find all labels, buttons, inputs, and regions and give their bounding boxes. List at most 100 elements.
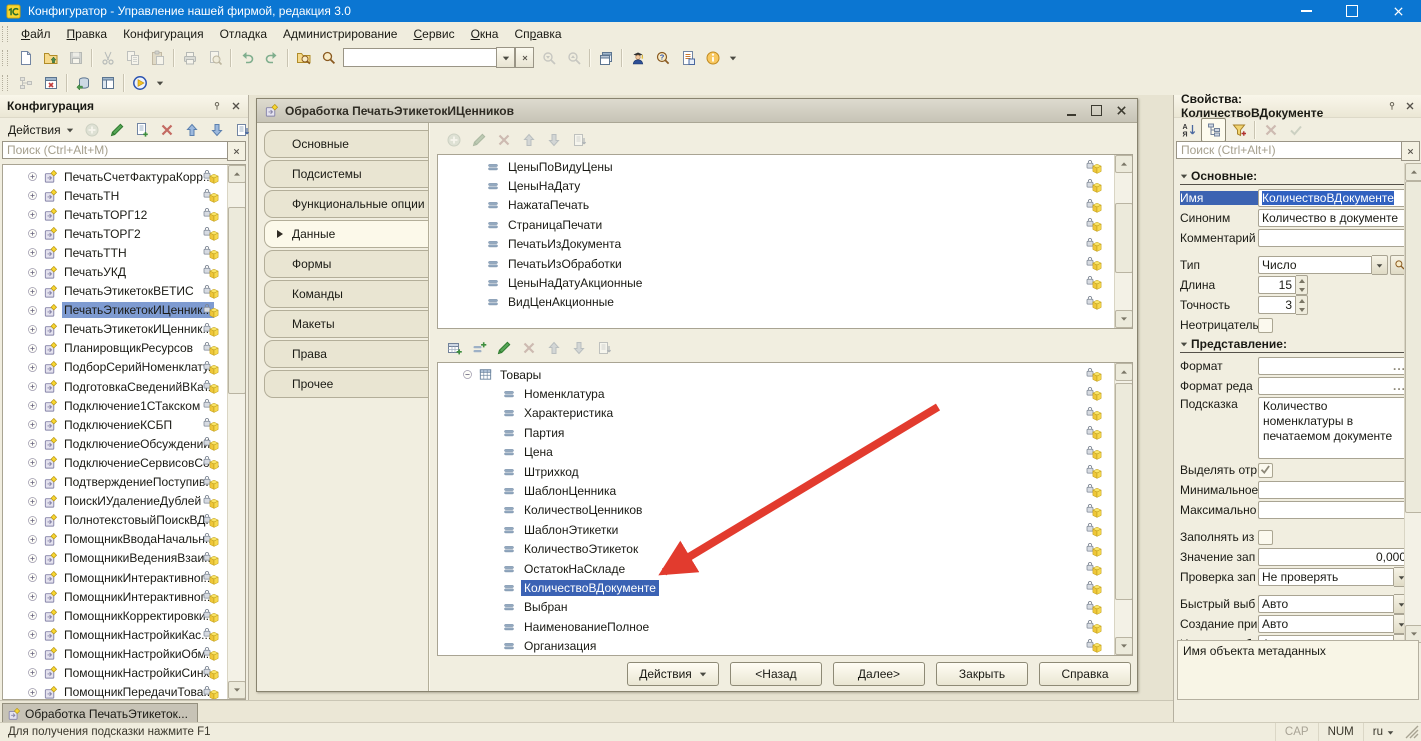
tree-item[interactable]: ПомощникПередачиТова... bbox=[3, 683, 227, 700]
tree-item[interactable]: ПодготовкаСведенийВКат... bbox=[3, 377, 227, 396]
debug-options-button[interactable] bbox=[152, 71, 167, 95]
maximize-button[interactable] bbox=[1329, 0, 1375, 22]
prop-precision-input[interactable]: 3 bbox=[1258, 296, 1296, 314]
toolbar-search-input[interactable] bbox=[343, 48, 496, 67]
pin-button[interactable] bbox=[1384, 98, 1399, 114]
column-row[interactable]: Организация bbox=[438, 636, 1114, 655]
expand-icon[interactable] bbox=[27, 190, 38, 201]
column-row[interactable]: Номенклатура bbox=[438, 384, 1114, 403]
tree-item[interactable]: ПомощникиВеденияВзаи... bbox=[3, 549, 227, 568]
column-row[interactable]: Выбран bbox=[438, 598, 1114, 617]
search-next-button[interactable] bbox=[561, 46, 586, 70]
expand-icon[interactable] bbox=[27, 228, 38, 239]
toolbar-options-button[interactable] bbox=[725, 46, 740, 70]
save-button[interactable] bbox=[63, 46, 88, 70]
column-row[interactable]: КоличествоЭтикеток bbox=[438, 540, 1114, 559]
properties-search-input[interactable] bbox=[1176, 141, 1401, 159]
expand-icon[interactable] bbox=[27, 515, 38, 526]
search-button[interactable] bbox=[316, 46, 341, 70]
expand-icon[interactable] bbox=[27, 305, 38, 316]
tabular-section-row[interactable]: Товары bbox=[438, 365, 1114, 384]
dropdown-button[interactable] bbox=[1372, 255, 1388, 275]
configuration-tree-scrollbar[interactable] bbox=[227, 165, 245, 699]
menu-item-сервис[interactable]: Сервис bbox=[405, 25, 462, 43]
attributes-scrollbar[interactable] bbox=[1114, 155, 1132, 328]
syntax-check-button[interactable] bbox=[625, 46, 650, 70]
expand-icon[interactable] bbox=[27, 171, 38, 182]
sort-attributes-button[interactable] bbox=[566, 128, 591, 152]
menu-item-администрирование[interactable]: Администрирование bbox=[275, 25, 405, 43]
property-section-header[interactable]: Представление: bbox=[1180, 336, 1404, 353]
global-search-button[interactable] bbox=[291, 46, 316, 70]
expand-icon[interactable] bbox=[27, 267, 38, 278]
help-button[interactable]: Справка bbox=[1039, 662, 1131, 686]
attribute-row[interactable]: ПечатьИзДокумента bbox=[438, 235, 1114, 254]
search-dropdown-button[interactable] bbox=[496, 47, 515, 68]
menu-item-правка[interactable]: Правка bbox=[59, 25, 116, 43]
print-preview-button[interactable] bbox=[202, 46, 227, 70]
expand-icon[interactable] bbox=[27, 209, 38, 220]
close-configuration-button[interactable] bbox=[38, 71, 63, 95]
minimize-button[interactable] bbox=[1283, 0, 1329, 22]
scrollbar-thumb[interactable] bbox=[228, 207, 246, 394]
open-form-button[interactable] bbox=[95, 71, 120, 95]
close-panel-button[interactable] bbox=[228, 98, 244, 114]
menu-item-справка[interactable]: Справка bbox=[506, 25, 569, 43]
tree-item[interactable]: ПодборСерийНоменклату... bbox=[3, 358, 227, 377]
editor-titlebar[interactable]: Обработка ПечатьЭтикетокИЦенников bbox=[257, 99, 1137, 123]
tab-права[interactable]: Права bbox=[264, 340, 428, 368]
prop-fill-from-checkbox[interactable] bbox=[1258, 530, 1273, 545]
expand-icon[interactable] bbox=[27, 534, 38, 545]
show-important-only-button[interactable] bbox=[1226, 118, 1251, 142]
expand-icon[interactable] bbox=[27, 286, 38, 297]
tree-item[interactable]: ПечатьЭтикетокИЦенник... bbox=[3, 301, 227, 320]
expand-icon[interactable] bbox=[27, 419, 38, 430]
help-index-button[interactable]: ? bbox=[650, 46, 675, 70]
tree-item[interactable]: ПомощникКорректировки... bbox=[3, 606, 227, 625]
collapse-icon[interactable] bbox=[462, 369, 473, 380]
close-panel-button[interactable] bbox=[1403, 98, 1418, 114]
expand-icon[interactable] bbox=[27, 477, 38, 488]
move-column-down-button[interactable] bbox=[566, 336, 591, 360]
toolbar-grip[interactable] bbox=[2, 26, 8, 42]
move-down-button[interactable] bbox=[205, 118, 230, 142]
tree-item[interactable]: ПомощникНастройкиСинх... bbox=[3, 663, 227, 682]
update-database-configuration-button[interactable] bbox=[70, 71, 95, 95]
sort-alphabetically-button[interactable]: АЯ bbox=[1176, 118, 1201, 142]
prop-synonym-input[interactable]: Количество в документе bbox=[1258, 209, 1410, 227]
prop-length-input[interactable]: 15 bbox=[1258, 276, 1296, 294]
prop-mark-negatives-checkbox[interactable] bbox=[1258, 463, 1273, 478]
tree-item[interactable]: ПомощникНастройкиКас... bbox=[3, 625, 227, 644]
editor-minimize-button[interactable] bbox=[1062, 103, 1080, 119]
toolbar-grip[interactable] bbox=[2, 50, 8, 66]
pin-button[interactable] bbox=[209, 98, 225, 114]
expand-icon[interactable] bbox=[27, 687, 38, 698]
expand-icon[interactable] bbox=[27, 247, 38, 258]
start-debugging-button[interactable] bbox=[127, 71, 152, 95]
edit-button[interactable] bbox=[105, 118, 130, 142]
scrollbar-thumb[interactable] bbox=[1405, 181, 1421, 513]
attribute-row[interactable]: НажатаПечать bbox=[438, 196, 1114, 215]
move-attribute-down-button[interactable] bbox=[541, 128, 566, 152]
scroll-down-button[interactable] bbox=[228, 681, 246, 699]
about-button[interactable] bbox=[700, 46, 725, 70]
attribute-row[interactable]: ВидЦенАкционные bbox=[438, 293, 1114, 312]
tab-прочее[interactable]: Прочее bbox=[264, 370, 428, 398]
tree-item[interactable]: ПомощникВводаНачальн... bbox=[3, 530, 227, 549]
configuration-window-button[interactable] bbox=[13, 71, 38, 95]
editor-maximize-button[interactable] bbox=[1087, 103, 1105, 119]
prop-non-negative-checkbox[interactable] bbox=[1258, 318, 1273, 333]
prop-fill-check-input[interactable]: Не проверять bbox=[1258, 568, 1394, 586]
tree-item[interactable]: ПодключениеСервисовСо... bbox=[3, 453, 227, 472]
delete-button[interactable] bbox=[155, 118, 180, 142]
actions-menu-button[interactable]: Действия bbox=[2, 120, 80, 140]
prop-create-on-input-input[interactable]: Авто bbox=[1258, 615, 1394, 633]
clear-search-button[interactable] bbox=[227, 141, 246, 161]
tree-item[interactable]: ПечатьЭтикетокИЦенник... bbox=[3, 320, 227, 339]
scroll-up-button[interactable] bbox=[1405, 163, 1421, 181]
tree-item[interactable]: ПодтверждениеПоступив... bbox=[3, 473, 227, 492]
attribute-row[interactable]: ЦеныНаДатуАкционные bbox=[438, 273, 1114, 292]
column-row[interactable]: КоличествоВДокументе bbox=[438, 578, 1114, 597]
column-row[interactable]: НаименованиеПолное bbox=[438, 617, 1114, 636]
expand-icon[interactable] bbox=[27, 610, 38, 621]
